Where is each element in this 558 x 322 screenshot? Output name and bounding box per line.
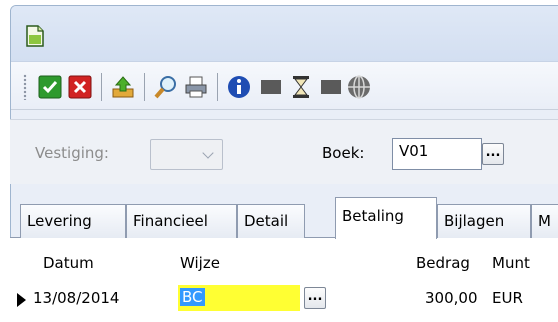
table-row[interactable]: 13/08/2014 BC ... 300,00 EUR	[10, 283, 558, 315]
hourglass-icon[interactable]	[289, 75, 313, 99]
toolbar-separator	[144, 73, 145, 101]
tab-label: M	[538, 212, 551, 230]
boek-lookup-button[interactable]: ...	[482, 143, 504, 165]
tab-betaling[interactable]: Betaling	[335, 197, 437, 239]
boek-label: Boek:	[322, 144, 365, 162]
toolbar	[11, 62, 558, 110]
payment-grid: Datum Wijze Bedrag Munt 13/08/2014 BC ..…	[10, 238, 558, 322]
print-icon[interactable]	[184, 75, 208, 99]
upload-icon[interactable]	[111, 75, 135, 99]
title-bar	[11, 6, 558, 62]
info-icon[interactable]	[227, 75, 251, 99]
document-icon	[26, 25, 44, 47]
column-header-datum[interactable]: Datum	[43, 254, 94, 272]
tab-label: Levering	[27, 212, 92, 230]
tab-levering[interactable]: Levering	[20, 204, 126, 238]
close-icon[interactable]	[68, 75, 92, 99]
wijze-editor[interactable]: BC	[178, 285, 300, 311]
column-header-bedrag[interactable]: Bedrag	[416, 254, 470, 272]
check-icon[interactable]	[38, 75, 62, 99]
wijze-lookup-button[interactable]: ...	[304, 287, 326, 309]
cell-bedrag[interactable]: 300,00	[425, 289, 478, 307]
tab-label: Bijlagen	[444, 212, 505, 230]
search-icon[interactable]	[154, 75, 178, 99]
vestiging-combobox[interactable]	[150, 139, 223, 170]
cell-datum[interactable]: 13/08/2014	[33, 289, 119, 307]
tab-label: Financieel	[133, 212, 208, 230]
stop-icon[interactable]	[259, 75, 283, 99]
wijze-value: BC	[180, 288, 205, 306]
column-header-munt[interactable]: Munt	[492, 254, 530, 272]
tab-financieel[interactable]: Financieel	[126, 204, 237, 238]
tab-bar: Levering Financieel Detail Betaling Bijl…	[10, 196, 558, 239]
tab-more[interactable]: M	[531, 204, 558, 238]
toolbar-separator	[101, 73, 102, 101]
chevron-down-icon	[202, 147, 214, 159]
vestiging-label: Vestiging:	[35, 144, 109, 162]
row-indicator-icon	[17, 293, 26, 307]
tab-detail[interactable]: Detail	[237, 204, 305, 238]
tab-label: Betaling	[342, 207, 404, 225]
column-header-wijze[interactable]: Wijze	[180, 254, 220, 272]
stop-icon[interactable]	[319, 75, 343, 99]
boek-value: V01	[399, 142, 429, 160]
tab-bijlagen[interactable]: Bijlagen	[437, 204, 531, 238]
header-form: Vestiging: Boek: V01 ...	[10, 119, 558, 184]
toolbar-separator	[217, 73, 218, 101]
boek-input[interactable]: V01	[392, 138, 482, 170]
globe-icon[interactable]	[347, 75, 371, 99]
tab-label: Detail	[244, 212, 289, 230]
toolbar-grip[interactable]	[23, 74, 27, 100]
cell-munt[interactable]: EUR	[492, 289, 523, 307]
